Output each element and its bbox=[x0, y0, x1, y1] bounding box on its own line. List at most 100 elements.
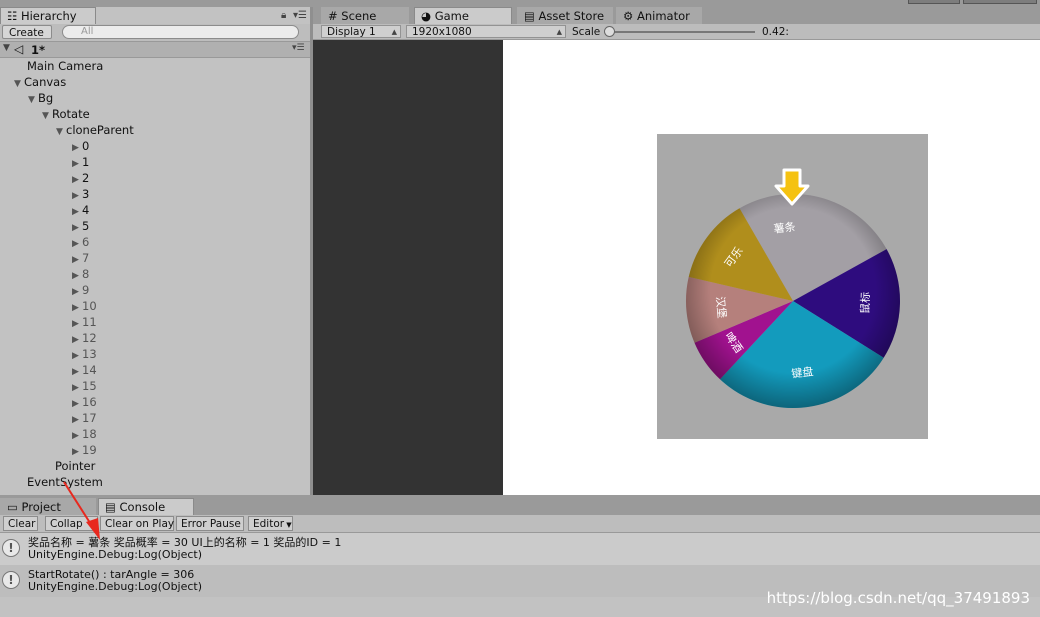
scale-slider-track[interactable] bbox=[605, 31, 755, 33]
tab-animator-label: Animator bbox=[636, 9, 690, 23]
tree-item-label: 9 bbox=[82, 283, 90, 297]
tree-item-child[interactable]: ▶ 7 bbox=[72, 250, 89, 266]
tree-item-child[interactable]: ▶ 11 bbox=[72, 314, 97, 330]
editor-dropdown[interactable]: Editor ▼ bbox=[248, 516, 293, 531]
tree-item-main-camera[interactable]: Main Camera bbox=[27, 58, 103, 74]
expand-triangle-icon[interactable]: ▼ bbox=[14, 76, 24, 92]
scale-slider-thumb[interactable] bbox=[604, 26, 615, 37]
tree-item-label: Bg bbox=[38, 91, 54, 105]
tree-item-child[interactable]: ▶ 5 bbox=[72, 218, 89, 234]
tree-item-child[interactable]: ▶ 6 bbox=[72, 234, 89, 250]
scale-value: 0.42: bbox=[762, 26, 789, 38]
tab-console[interactable]: ▤ Console bbox=[98, 498, 194, 515]
prize-wheel[interactable]: 薯条鼠标键盘啤酒汉堡可乐 bbox=[657, 134, 928, 439]
tree-item-clone-parent[interactable]: ▼ cloneParent bbox=[56, 122, 134, 138]
clear-button[interactable]: Clear bbox=[3, 516, 38, 531]
hierarchy-panel: ☷ Hierarchy 🔒︎ ▾☰ Create ▼ Q▾ All ▼ ◁ 1*… bbox=[0, 7, 313, 495]
scene-row[interactable]: ▼ ◁ 1* ▾☰ bbox=[0, 42, 313, 58]
tree-item-label: 7 bbox=[82, 251, 90, 265]
unity-logo-icon: ◁ bbox=[14, 42, 24, 56]
expand-triangle-icon[interactable]: ▼ bbox=[3, 43, 10, 53]
tab-hierarchy[interactable]: ☷ Hierarchy bbox=[0, 7, 96, 24]
create-button[interactable]: Create ▼ bbox=[2, 25, 52, 52]
expand-triangle-icon[interactable]: ▼ bbox=[42, 108, 52, 124]
tree-item-child[interactable]: ▶ 4 bbox=[72, 202, 89, 218]
game-view-margin bbox=[313, 40, 503, 495]
tree-item-bg[interactable]: ▼ Bg bbox=[28, 90, 53, 106]
tree-item-canvas[interactable]: ▼ Canvas bbox=[14, 74, 66, 90]
lock-icon[interactable]: 🔒︎ bbox=[281, 10, 286, 21]
scene-name: 1* bbox=[31, 43, 46, 57]
grid-icon: # bbox=[328, 9, 338, 23]
tree-item-label: 10 bbox=[82, 299, 97, 313]
updown-arrows-icon: ▲ bbox=[556, 28, 562, 36]
expand-triangle-icon[interactable]: ▼ bbox=[28, 92, 38, 108]
layers-dropdown[interactable] bbox=[908, 0, 960, 4]
expand-triangle-icon[interactable]: ▼ bbox=[56, 124, 66, 140]
tab-game[interactable]: ◕ Game bbox=[414, 7, 512, 24]
tree-item-child[interactable]: ▶ 0 bbox=[72, 138, 89, 154]
resolution-value: 1920x1080 bbox=[412, 26, 472, 38]
tree-item-child[interactable]: ▶ 18 bbox=[72, 426, 97, 442]
log-stacktrace: UnityEngine.Debug:Log(Object) bbox=[28, 580, 203, 593]
tree-item-child[interactable]: ▶ 10 bbox=[72, 298, 97, 314]
tree-item-label: Canvas bbox=[24, 75, 67, 89]
tree-item-child[interactable]: ▶ 14 bbox=[72, 362, 97, 378]
tree-item-rotate[interactable]: ▼ Rotate bbox=[42, 106, 90, 122]
log-stacktrace: UnityEngine.Debug:Log(Object) bbox=[28, 548, 203, 561]
annotation-arrow-icon bbox=[63, 481, 100, 540]
tree-item-pointer[interactable]: Pointer bbox=[55, 458, 95, 474]
view-tab-bar: # Scene ◕ Game ▤ Asset Store ⚙ Animator bbox=[313, 7, 1040, 24]
search-input[interactable]: All bbox=[62, 25, 299, 39]
chevron-down-icon: ▼ bbox=[284, 521, 292, 529]
tree-item-label: 1 bbox=[82, 155, 90, 169]
tree-item-child[interactable]: ▶ 2 bbox=[72, 170, 89, 186]
panel-menu-icon[interactable]: ▾☰ bbox=[293, 10, 307, 21]
tree-item-label: 15 bbox=[82, 379, 97, 393]
tree-item-label: 6 bbox=[82, 235, 90, 249]
wheel-segment-label: 鼠标 bbox=[858, 292, 873, 314]
scene-menu-icon[interactable]: ▾☰ bbox=[292, 43, 305, 53]
tree-item-label: 12 bbox=[82, 331, 97, 345]
tab-scene[interactable]: # Scene bbox=[321, 7, 409, 24]
tree-item-child[interactable]: ▶ 1 bbox=[72, 154, 89, 170]
tree-item-label: 0 bbox=[82, 139, 90, 153]
game-icon: ◕ bbox=[421, 9, 432, 23]
game-toolbar: Display 1 ▲ 1920x1080 ▲ Scale 0.42: bbox=[313, 24, 1040, 40]
tree-item-label: 5 bbox=[82, 219, 90, 233]
tree-item-child[interactable]: ▶ 19 bbox=[72, 442, 97, 458]
tree-item-child[interactable]: ▶ 17 bbox=[72, 410, 97, 426]
log-entry[interactable]: ! 奖品名称 = 薯条 奖品概率 = 30 UI上的名称 = 1 奖品的ID =… bbox=[0, 533, 1040, 565]
animator-icon: ⚙ bbox=[623, 9, 634, 23]
resolution-dropdown[interactable]: 1920x1080 ▲ bbox=[406, 25, 566, 38]
tree-item-label: 3 bbox=[82, 187, 90, 201]
tab-hierarchy-label: Hierarchy bbox=[20, 9, 77, 23]
tree-item-child[interactable]: ▶ 16 bbox=[72, 394, 97, 410]
tree-item-label: 16 bbox=[82, 395, 97, 409]
tab-asset-store-label: Asset Store bbox=[538, 9, 605, 23]
tree-item-child[interactable]: ▶ 12 bbox=[72, 330, 97, 346]
wheel-segment-label: 薯条 bbox=[773, 219, 796, 235]
tree-item-child[interactable]: ▶ 8 bbox=[72, 266, 89, 282]
layout-dropdown[interactable] bbox=[963, 0, 1037, 4]
tree-item-child[interactable]: ▶ 9 bbox=[72, 282, 89, 298]
hierarchy-icon: ☷ bbox=[7, 9, 18, 23]
error-pause-button[interactable]: Error Pause bbox=[176, 516, 244, 531]
store-icon: ▤ bbox=[524, 9, 535, 23]
tab-animator[interactable]: ⚙ Animator bbox=[616, 7, 702, 24]
tree-item-child[interactable]: ▶ 13 bbox=[72, 346, 97, 362]
info-icon: ! bbox=[2, 571, 20, 589]
tree-item-label: 11 bbox=[82, 315, 97, 329]
tab-game-label: Game bbox=[434, 9, 469, 23]
tree-item-label: Rotate bbox=[52, 107, 90, 121]
tree-item-label: 8 bbox=[82, 267, 90, 281]
tree-item-child[interactable]: ▶ 3 bbox=[72, 186, 89, 202]
tree-item-child[interactable]: ▶ 15 bbox=[72, 378, 97, 394]
clear-on-play-button[interactable]: Clear on Play bbox=[100, 516, 174, 531]
tree-item-label: 18 bbox=[82, 427, 97, 441]
editor-label: Editor bbox=[253, 518, 285, 530]
tab-console-label: Console bbox=[119, 500, 166, 514]
display-dropdown[interactable]: Display 1 ▲ bbox=[321, 25, 401, 38]
console-toolbar: Clear Collap Clear on Play Error Pause E… bbox=[0, 515, 1040, 533]
tab-asset-store[interactable]: ▤ Asset Store bbox=[517, 7, 613, 24]
